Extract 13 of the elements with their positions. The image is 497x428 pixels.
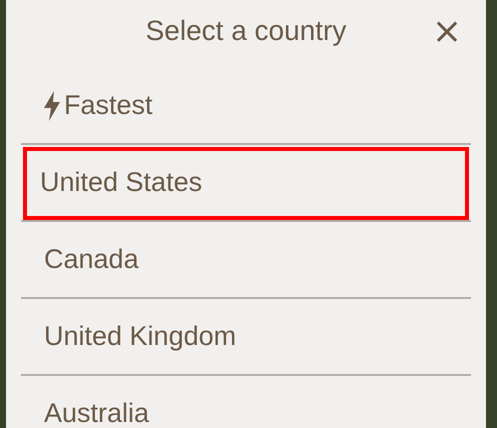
lightning-icon	[44, 90, 60, 120]
country-item[interactable]: United Kingdom	[21, 299, 471, 376]
country-item[interactable]: United States	[21, 145, 471, 222]
close-button[interactable]: ×	[428, 10, 466, 54]
country-name: Fastest	[64, 90, 153, 121]
dialog-title: Select a country	[146, 15, 346, 47]
country-item[interactable]: Australia	[21, 376, 471, 428]
country-name: United States	[40, 167, 202, 198]
country-name: United Kingdom	[44, 321, 236, 352]
country-name: Canada	[44, 244, 139, 275]
country-item[interactable]: Fastest	[21, 68, 471, 145]
country-name: Australia	[44, 398, 150, 428]
country-item[interactable]: Canada	[21, 222, 471, 299]
